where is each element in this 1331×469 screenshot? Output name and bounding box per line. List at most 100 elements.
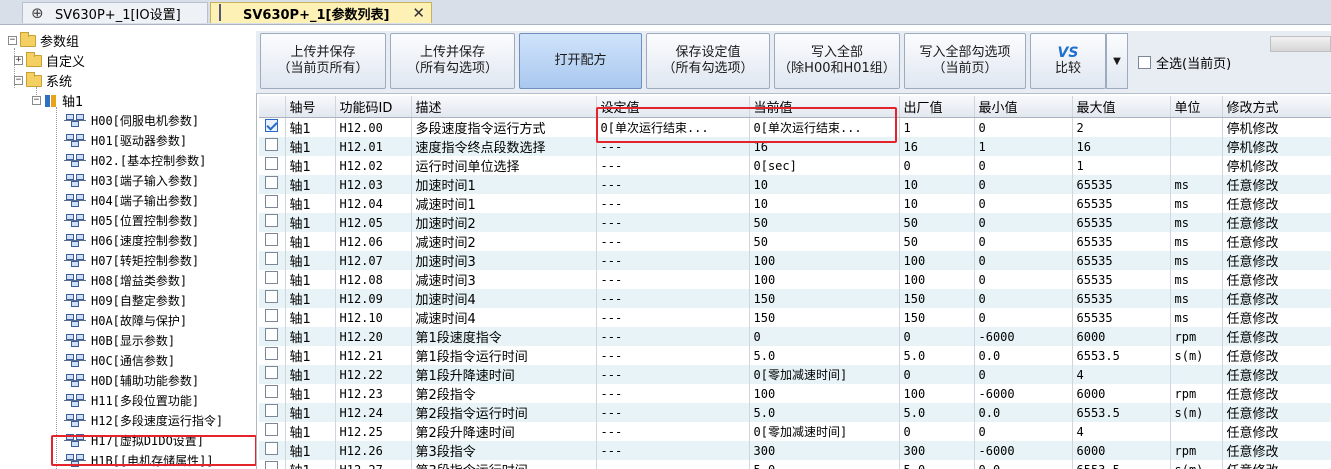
column-header[interactable]: 单位: [1170, 96, 1223, 118]
cell-set[interactable]: ---: [596, 156, 750, 175]
collapse-icon[interactable]: −: [8, 36, 17, 45]
cell-set[interactable]: ---: [596, 232, 750, 251]
column-header[interactable]: 描述: [411, 96, 597, 118]
compare-dropdown-arrow[interactable]: ▼: [1106, 33, 1128, 89]
tree-group-node[interactable]: H0D[辅助功能参数]: [64, 371, 199, 390]
tree-group-node[interactable]: H00[伺服电机参数]: [64, 111, 199, 130]
tree-group-node[interactable]: H05[位置控制参数]: [64, 211, 199, 230]
write-all-checked-button[interactable]: 写入全部勾选项 （当前页）: [904, 33, 1026, 89]
row-checkbox[interactable]: [265, 271, 279, 284]
table-row[interactable]: 轴1 H12.24 第2段指令运行时间 --- 5.0 5.0 0.0 6553.5 s(m) 任…: [259, 403, 1331, 422]
tree-group-node[interactable]: H06[速度控制参数]: [64, 231, 199, 250]
row-checkbox[interactable]: [265, 442, 279, 455]
table-row[interactable]: 轴1 H12.04 减速时间1 --- 10 10 0 65535 ms 任意修改: [259, 194, 1331, 213]
upload-save-page-button[interactable]: 上传并保存 （当前页所有）: [260, 33, 386, 89]
row-checkbox[interactable]: [265, 157, 279, 170]
table-row[interactable]: 轴1 H12.25 第2段升降速时间 --- 0[零加减速时间] 0 0 4 任意修改: [259, 422, 1331, 441]
table-row[interactable]: 轴1 H12.05 加速时间2 --- 50 50 0 65535 ms 任意修改: [259, 213, 1331, 232]
table-row[interactable]: 轴1 H12.23 第2段指令 --- 100 100 -6000 6000 rpm 任意修改: [259, 384, 1331, 403]
cell-set[interactable]: ---: [596, 308, 750, 327]
open-recipe-button[interactable]: 打开配方: [519, 33, 642, 89]
table-row[interactable]: 轴1 H12.06 减速时间2 --- 50 50 0 65535 ms 任意修改: [259, 232, 1331, 251]
button-label: 上传并保存: [419, 45, 485, 60]
cell-set[interactable]: ---: [596, 365, 750, 384]
tree-group-node[interactable]: H04[端子输出参数]: [64, 191, 199, 210]
column-header[interactable]: 出厂值: [899, 96, 975, 118]
table-row[interactable]: 轴1 H12.26 第3段指令 --- 300 300 -6000 6000 rpm 任意修改: [259, 441, 1331, 460]
cell-set[interactable]: ---: [596, 403, 750, 422]
row-checkbox[interactable]: [265, 233, 279, 246]
tree-root[interactable]: − 参数组: [8, 31, 79, 50]
close-icon[interactable]: ✕: [412, 4, 425, 22]
toolbar-scroll-handle[interactable]: [1270, 36, 1331, 52]
table-row[interactable]: 轴1H12.27第3段指令运行时间---5.05.00.06553.5s(m)任…: [259, 460, 1331, 469]
tree-group-node[interactable]: H01[驱动器参数]: [64, 131, 187, 150]
column-header[interactable]: 最小值: [974, 96, 1073, 118]
table-row[interactable]: 轴1 H12.03 加速时间1 --- 10 10 0 65535 ms 任意修改: [259, 175, 1331, 194]
tree-node-system[interactable]: − 系统: [14, 71, 72, 90]
table-row[interactable]: 轴1 H12.22 第1段升降速时间 --- 0[零加减速时间] 0 0 4 任意修改: [259, 365, 1331, 384]
table-row[interactable]: 轴1 H12.10 减速时间4 --- 150 150 0 65535 ms 任意修改: [259, 308, 1331, 327]
upload-save-checked-button[interactable]: 上传并保存 （所有勾选项）: [390, 33, 515, 89]
cell-set[interactable]: ---: [596, 384, 750, 403]
column-header[interactable]: 轴号: [285, 96, 336, 118]
collapse-icon[interactable]: −: [32, 96, 41, 105]
tree-group-node[interactable]: H12[多段速度运行指令]: [64, 411, 223, 430]
tree-group-node[interactable]: H0B[显示参数]: [64, 331, 175, 350]
row-checkbox[interactable]: [265, 366, 279, 379]
tree-group-node[interactable]: H0A[故障与保护]: [64, 311, 187, 330]
row-checkbox[interactable]: [265, 328, 279, 341]
tree-node-custom[interactable]: + 自定义: [14, 51, 85, 70]
cell-set[interactable]: ---: [596, 289, 750, 308]
cell-set[interactable]: ---: [596, 422, 750, 441]
tree-node-axis1[interactable]: − 轴1: [32, 91, 83, 110]
tree-group-node[interactable]: H07[转矩控制参数]: [64, 251, 199, 270]
cell-set[interactable]: ---: [596, 175, 750, 194]
table-row[interactable]: 轴1 H12.21 第1段指令运行时间 --- 5.0 5.0 0.0 6553.5 s(m) 任…: [259, 346, 1331, 365]
compare-button[interactable]: VS 比较: [1030, 33, 1106, 89]
column-header[interactable]: 最大值: [1072, 96, 1171, 118]
tree-group-node[interactable]: H02.[基本控制参数]: [64, 151, 206, 170]
write-all-button[interactable]: 写入全部 （除H00和H01组）: [774, 33, 900, 89]
tree-group-node[interactable]: H09[自整定参数]: [64, 291, 187, 310]
tree-group-node[interactable]: H08[增益类参数]: [64, 271, 187, 290]
tab-io-settings[interactable]: ⊕ SV630P+_1[IO设置]: [22, 2, 208, 23]
cell-set[interactable]: ---: [596, 251, 750, 270]
row-checkbox[interactable]: [265, 290, 279, 303]
row-checkbox[interactable]: [265, 119, 279, 132]
row-checkbox[interactable]: [265, 347, 279, 360]
cell-set[interactable]: ---: [596, 270, 750, 289]
tab-parameter-list[interactable]: SV630P+_1[参数列表] ✕: [210, 2, 432, 23]
collapse-icon[interactable]: −: [14, 76, 23, 85]
cell-set[interactable]: ---: [596, 213, 750, 232]
table-row[interactable]: 轴1 H12.07 加速时间3 --- 100 100 0 65535 ms 任意修改: [259, 251, 1331, 270]
row-checkbox[interactable]: [265, 309, 279, 322]
cell-set[interactable]: ---: [596, 346, 750, 365]
cell-set[interactable]: ---: [596, 460, 750, 469]
tree-group-node[interactable]: H0C[通信参数]: [64, 351, 175, 370]
row-checkbox[interactable]: [265, 195, 279, 208]
row-checkbox[interactable]: [265, 214, 279, 227]
row-checkbox[interactable]: [265, 176, 279, 189]
select-all-checkbox[interactable]: 全选(当前页): [1138, 53, 1231, 72]
cell-set[interactable]: ---: [596, 194, 750, 213]
expand-icon[interactable]: +: [14, 56, 23, 65]
row-checkbox[interactable]: [265, 461, 279, 469]
cell-set[interactable]: ---: [596, 327, 750, 346]
row-checkbox[interactable]: [265, 138, 279, 151]
row-checkbox[interactable]: [265, 423, 279, 436]
table-row[interactable]: 轴1 H12.09 加速时间4 --- 150 150 0 65535 ms 任意修改: [259, 289, 1331, 308]
row-checkbox[interactable]: [265, 385, 279, 398]
column-header[interactable]: 功能码ID: [335, 96, 412, 118]
save-setting-button[interactable]: 保存设定值 （所有勾选项）: [646, 33, 770, 89]
row-checkbox[interactable]: [265, 252, 279, 265]
checkbox-box[interactable]: [1138, 56, 1151, 69]
table-row[interactable]: 轴1 H12.08 减速时间3 --- 100 100 0 65535 ms 任意修改: [259, 270, 1331, 289]
column-header[interactable]: 修改方式: [1222, 96, 1331, 118]
tree-group-node[interactable]: H03[端子输入参数]: [64, 171, 199, 190]
tree-group-node[interactable]: H11[多段位置功能]: [64, 391, 199, 410]
table-row[interactable]: 轴1 H12.20 第1段速度指令 --- 0 0 -6000 6000 rpm 任意修改: [259, 327, 1331, 346]
table-row[interactable]: 轴1 H12.02 运行时间单位选择 --- 0[sec] 0 0 1 停机修改: [259, 156, 1331, 175]
row-checkbox[interactable]: [265, 404, 279, 417]
cell-set[interactable]: ---: [596, 441, 750, 460]
